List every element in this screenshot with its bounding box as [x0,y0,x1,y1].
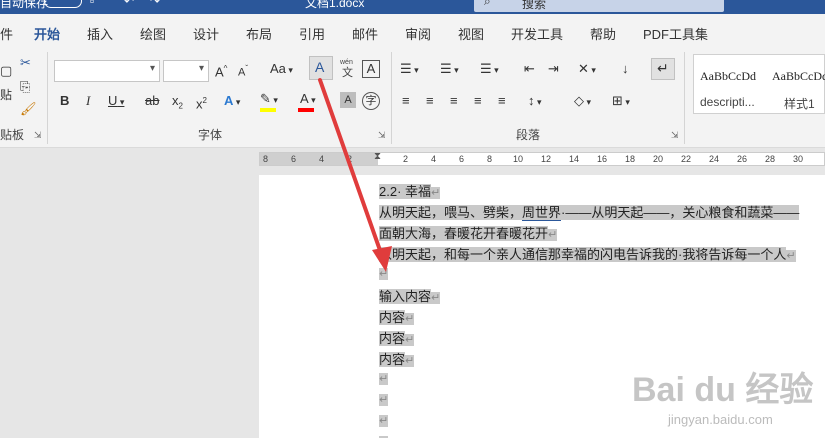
watermark-main: Bai du 经验 [632,371,814,409]
watermark-url: jingyan.baidu.com [668,412,773,427]
baidu-watermark: Bai du 经验 jingyan.baidu.com [632,362,822,434]
